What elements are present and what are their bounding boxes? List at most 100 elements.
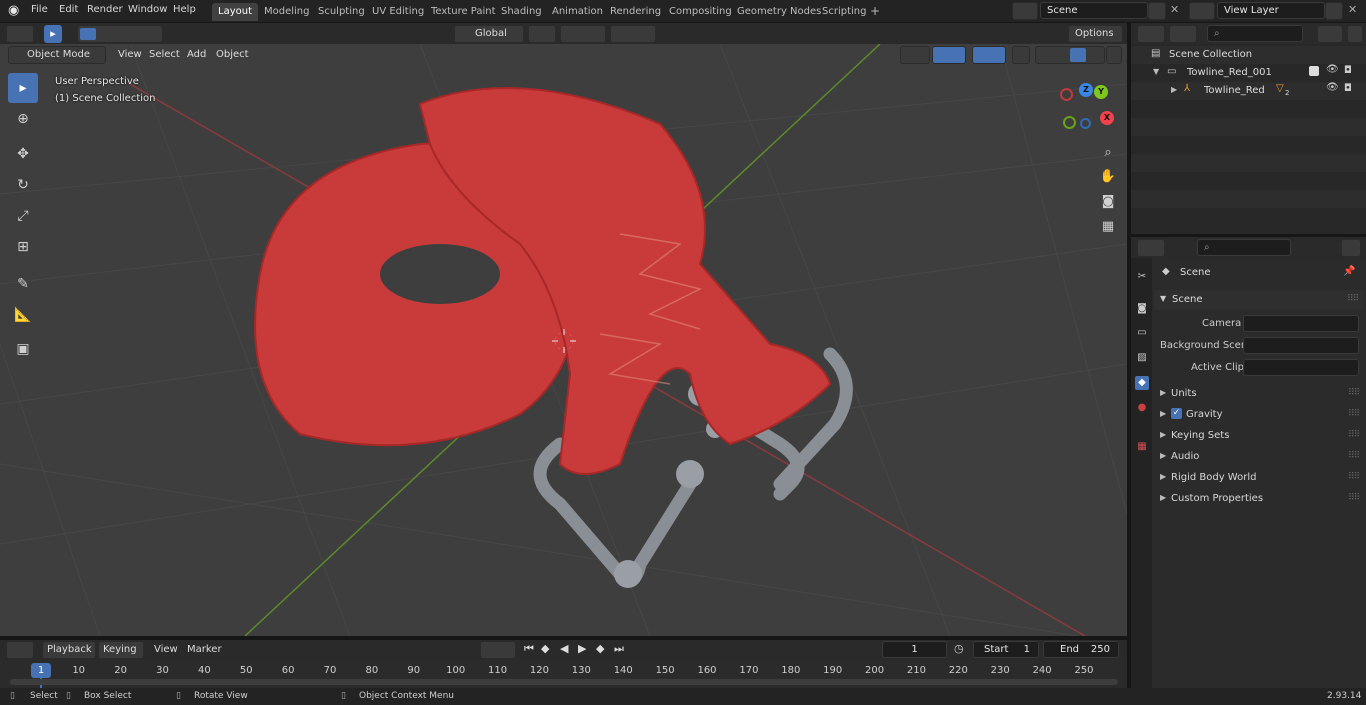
gravity-subpanel[interactable]: ▶ ✓ Gravity ⠿⠿ [1158,406,1363,425]
units-subpanel[interactable]: ▶ Units ⠿⠿ [1158,385,1363,404]
play-reverse-icon[interactable]: ◀ [560,642,568,655]
playback-menu[interactable]: Playback [42,641,96,659]
prev-keyframe-icon[interactable]: ◆ [541,642,549,655]
blender-logo-icon[interactable]: ◉ [8,4,22,18]
gravity-checkbox[interactable]: ✓ [1171,408,1182,419]
scene-panel-header[interactable]: ▼ Scene ⠿⠿ [1154,290,1364,310]
new-collection-icon[interactable] [1347,25,1363,43]
expand-arrow-icon[interactable]: ▼ [1153,67,1159,76]
x-axis-icon[interactable]: X [1100,111,1114,125]
tab-shading[interactable]: Shading [495,3,548,21]
zoom-icon[interactable]: ⌕ [1097,141,1119,163]
3d-viewport[interactable]: Object Mode View Select Add Object ▸ ⊕ ✥… [0,44,1127,636]
outliner-editor-type-button[interactable] [1137,25,1165,43]
display-mode-button[interactable] [1169,25,1197,43]
options-dropdown[interactable]: Options [1068,25,1123,43]
play-icon[interactable]: ▶ [578,642,586,655]
rotate-tool-icon[interactable]: ↻ [8,170,38,200]
render-tab-icon[interactable]: ◙ [1135,302,1149,316]
menu-add[interactable]: Add [187,49,206,60]
measure-tool-icon[interactable]: 📐 [8,300,38,330]
view-layer-field[interactable]: View Layer [1217,2,1325,19]
eye-icon[interactable]: 👁 [1326,82,1339,93]
drag-grip-icon[interactable]: ⠿⠿ [1347,294,1359,304]
background-scene-field[interactable] [1243,337,1359,354]
outliner-row-object[interactable]: ▶ ⅄ Towline_Red ▽ 2 👁 ◘ [1131,82,1366,100]
properties-editor-type-button[interactable] [1137,239,1165,257]
menu-view[interactable]: View [118,49,142,60]
xray-icon[interactable] [1012,46,1030,64]
start-frame-field[interactable]: Start 1 [973,641,1039,658]
timeline-editor-type-button[interactable] [6,641,34,659]
outliner-search-input[interactable]: ⌕ [1207,25,1303,42]
navigation-gizmo[interactable]: Z Y X [1056,82,1118,130]
orientation-dropdown[interactable]: Global [454,25,524,43]
snap-icon[interactable] [560,25,606,43]
camera-view-icon[interactable]: ◙ [1097,190,1119,212]
view-layer-tab-icon[interactable]: ▨ [1135,351,1149,365]
collapse-arrow-icon[interactable]: ▶ [1171,85,1177,94]
properties-options-icon[interactable] [1341,239,1361,257]
tab-compositing[interactable]: Compositing [663,3,738,21]
menu-select[interactable]: Select [149,49,180,60]
world-tab-icon[interactable]: ● [1135,401,1149,415]
custom-properties-subpanel[interactable]: ▶ Custom Properties ⠿⠿ [1158,490,1363,509]
exclude-checkbox[interactable] [1309,66,1319,76]
tab-layout[interactable]: Layout [212,3,258,21]
tab-texture-paint[interactable]: Texture Paint [425,3,502,21]
add-cube-tool-icon[interactable]: ▣ [8,334,38,364]
material-preview-icon[interactable] [1070,48,1086,62]
proportional-edit-icon[interactable] [610,25,656,43]
outliner-row-root[interactable]: ▤ Scene Collection [1131,46,1366,64]
active-clip-field[interactable] [1243,359,1359,376]
mode-dropdown[interactable]: Object Mode [8,46,106,64]
filter-icon[interactable] [1317,25,1343,43]
clock-icon[interactable]: ◷ [954,642,964,655]
menu-render[interactable]: Render [87,4,123,15]
close-scene-icon[interactable]: ✕ [1170,3,1179,16]
new-view-layer-icon[interactable] [1325,2,1343,20]
select-box-tool[interactable]: ▸ [8,73,38,103]
shading-options-icon[interactable] [1106,46,1122,64]
eye-icon[interactable]: 👁 [1326,64,1339,75]
tab-uv-editing[interactable]: UV Editing [366,3,430,21]
tab-sculpting[interactable]: Sculpting [312,3,371,21]
camera-render-icon[interactable]: ◘ [1344,83,1352,94]
z-axis-icon[interactable]: Z [1079,83,1093,97]
jump-end-icon[interactable]: ⏭ [614,642,624,656]
jump-start-icon[interactable]: ⏮ [524,642,534,656]
overlay-toggle-icon[interactable] [972,46,1006,64]
gizmo-toggle-icon[interactable] [932,46,966,64]
camera-render-icon[interactable]: ◘ [1344,65,1352,76]
select-tool-icon[interactable]: ▸ [44,25,62,43]
tab-modeling[interactable]: Modeling [258,3,316,21]
editor-type-button[interactable] [6,25,34,43]
tab-animation[interactable]: Animation [546,3,609,21]
modifier-icon[interactable]: ▽ [1276,83,1284,94]
menu-window[interactable]: Window [128,4,167,15]
close-view-layer-icon[interactable]: ✕ [1348,3,1357,16]
pivot-icon[interactable] [528,25,556,43]
tab-rendering[interactable]: Rendering [604,3,667,21]
shading-mode-buttons[interactable] [1035,46,1105,64]
scene-tab-icon[interactable]: ◆ [1135,376,1149,390]
new-scene-icon[interactable] [1148,2,1166,20]
ortho-grid-icon[interactable]: ▦ [1097,215,1119,237]
scene-name-field[interactable]: Scene [1040,2,1148,19]
end-frame-field[interactable]: End 250 [1043,641,1119,658]
tab-geometry-nodes[interactable]: Geometry Nodes [731,3,827,21]
record-icon[interactable] [480,641,516,659]
menu-object[interactable]: Object [216,49,249,60]
drag-grip-icon[interactable]: ⠿⠿ [1348,430,1360,440]
camera-field[interactable] [1243,315,1359,332]
tool-tab-icon[interactable]: ✂ [1135,270,1149,284]
texture-tab-icon[interactable]: ▦ [1135,440,1149,454]
drag-grip-icon[interactable]: ⠿⠿ [1348,388,1360,398]
drag-grip-icon[interactable]: ⠿⠿ [1348,409,1360,419]
timeline-scrollbar[interactable] [10,679,1118,685]
output-tab-icon[interactable]: ▭ [1135,326,1149,340]
menu-help[interactable]: Help [173,4,196,15]
menu-file[interactable]: File [31,4,48,15]
drag-grip-icon[interactable]: ⠿⠿ [1348,451,1360,461]
outliner-row-collection[interactable]: ▼ ▭ Towline_Red_001 👁 ◘ [1131,64,1366,82]
